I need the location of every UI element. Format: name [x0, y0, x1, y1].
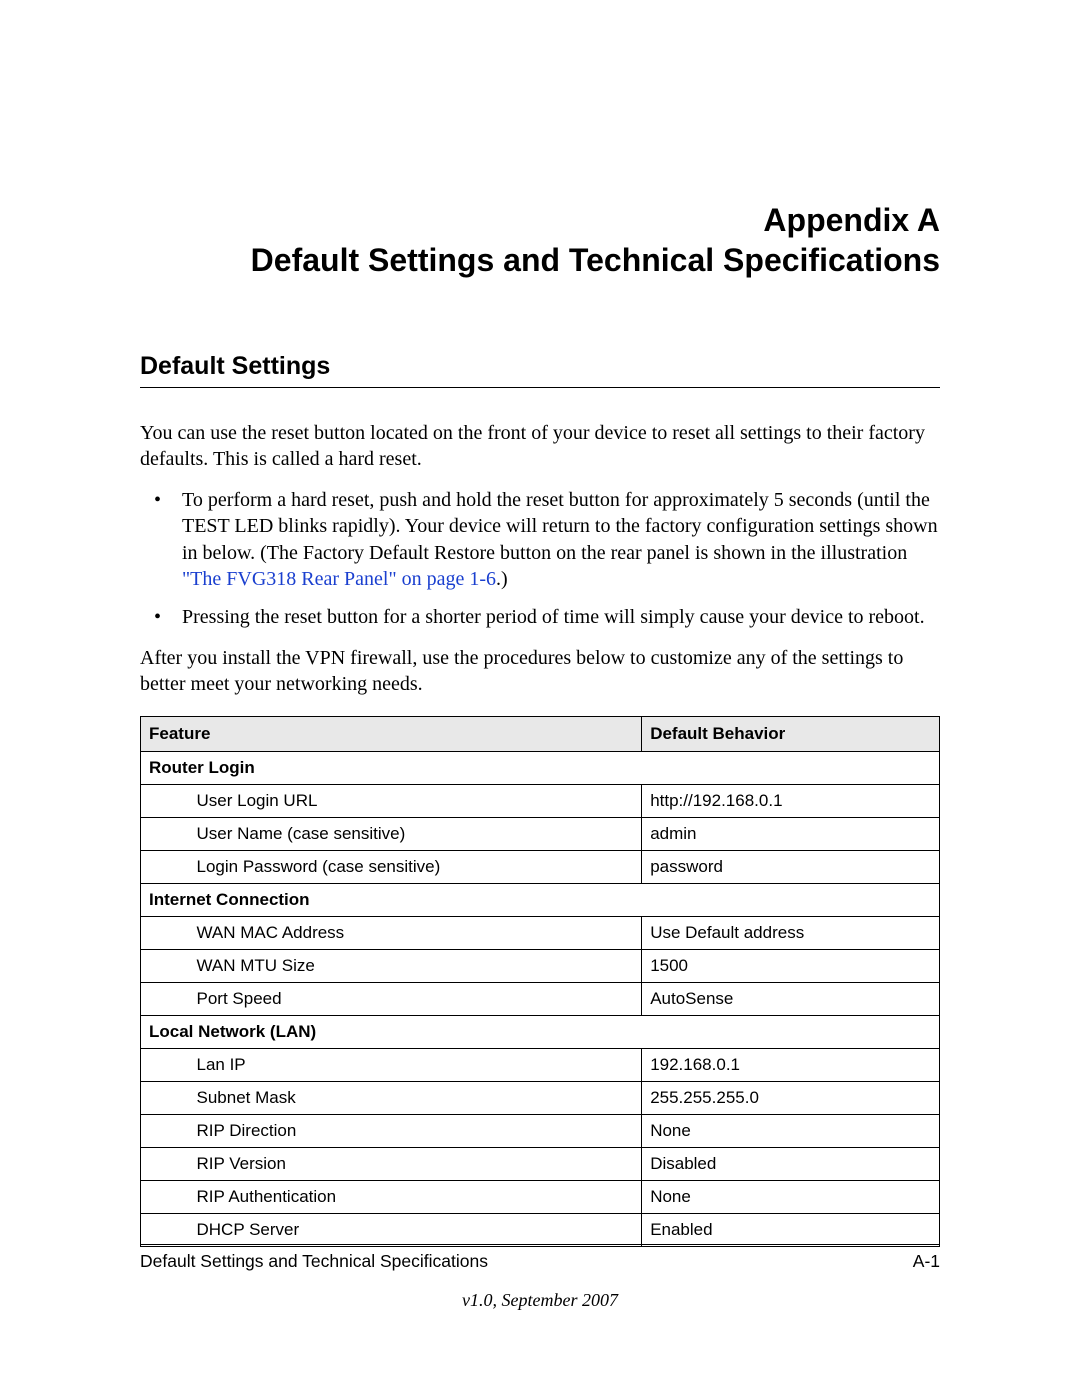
table-indent-cell	[141, 1180, 189, 1213]
table-indent-cell	[141, 1213, 189, 1246]
bullet-text: Pressing the reset button for a shorter …	[182, 606, 925, 628]
table-row: RIP AuthenticationNone	[141, 1180, 940, 1213]
table-row: User Login URLhttp://192.168.0.1	[141, 784, 940, 817]
post-bullets-paragraph: After you install the VPN firewall, use …	[140, 645, 940, 698]
table-group-label: Local Network (LAN)	[141, 1015, 940, 1048]
table-feature-cell: WAN MTU Size	[189, 949, 642, 982]
table-feature-cell: RIP Direction	[189, 1114, 642, 1147]
document-page: Appendix A Default Settings and Technica…	[0, 0, 1080, 1397]
table-behavior-cell: None	[642, 1114, 940, 1147]
table-behavior-cell: 255.255.255.0	[642, 1081, 940, 1114]
bullet-item-1: Pressing the reset button for a shorter …	[140, 604, 940, 630]
table-feature-cell: DHCP Server	[189, 1213, 642, 1246]
table-behavior-cell: Disabled	[642, 1147, 940, 1180]
table-row: DHCP ServerEnabled	[141, 1213, 940, 1246]
table-header-behavior: Default Behavior	[642, 716, 940, 751]
table-group-row: Internet Connection	[141, 883, 940, 916]
table-feature-cell: Port Speed	[189, 982, 642, 1015]
appendix-title: Appendix A Default Settings and Technica…	[140, 200, 940, 280]
footer-line: Default Settings and Technical Specifica…	[140, 1244, 940, 1272]
table-behavior-cell: password	[642, 850, 940, 883]
table-indent-cell	[141, 916, 189, 949]
page-footer: Default Settings and Technical Specifica…	[140, 1244, 940, 1311]
table-behavior-cell: 1500	[642, 949, 940, 982]
cross-reference-link[interactable]: "The FVG318 Rear Panel" on page 1-6	[182, 568, 496, 590]
bullet-text-after: .)	[496, 568, 508, 590]
footer-right: A-1	[913, 1251, 940, 1272]
table-group-label: Router Login	[141, 751, 940, 784]
footer-version: v1.0, September 2007	[140, 1290, 940, 1311]
bullet-item-0: To perform a hard reset, push and hold t…	[140, 487, 940, 593]
footer-left: Default Settings and Technical Specifica…	[140, 1251, 488, 1272]
table-behavior-cell: admin	[642, 817, 940, 850]
table-behavior-cell: Enabled	[642, 1213, 940, 1246]
bullet-text-before: To perform a hard reset, push and hold t…	[182, 489, 938, 564]
table-behavior-cell: AutoSense	[642, 982, 940, 1015]
table-behavior-cell: None	[642, 1180, 940, 1213]
table-row: WAN MTU Size1500	[141, 949, 940, 982]
table-feature-cell: RIP Version	[189, 1147, 642, 1180]
table-feature-cell: WAN MAC Address	[189, 916, 642, 949]
table-indent-cell	[141, 1147, 189, 1180]
table-feature-cell: User Login URL	[189, 784, 642, 817]
appendix-title-line2: Default Settings and Technical Specifica…	[251, 242, 940, 278]
table-group-row: Local Network (LAN)	[141, 1015, 940, 1048]
appendix-title-line1: Appendix A	[763, 202, 940, 238]
section-heading: Default Settings	[140, 352, 940, 388]
table-indent-cell	[141, 982, 189, 1015]
table-behavior-cell: Use Default address	[642, 916, 940, 949]
table-feature-cell: Login Password (case sensitive)	[189, 850, 642, 883]
table-feature-cell: User Name (case sensitive)	[189, 817, 642, 850]
table-indent-cell	[141, 1048, 189, 1081]
table-row: Port SpeedAutoSense	[141, 982, 940, 1015]
table-row: Lan IP192.168.0.1	[141, 1048, 940, 1081]
table-indent-cell	[141, 1114, 189, 1147]
table-header-feature: Feature	[141, 716, 642, 751]
table-row: RIP VersionDisabled	[141, 1147, 940, 1180]
table-behavior-cell: 192.168.0.1	[642, 1048, 940, 1081]
table-row: Login Password (case sensitive)password	[141, 850, 940, 883]
table-feature-cell: Subnet Mask	[189, 1081, 642, 1114]
table-indent-cell	[141, 1081, 189, 1114]
intro-paragraph: You can use the reset button located on …	[140, 420, 940, 473]
table-row: Subnet Mask255.255.255.0	[141, 1081, 940, 1114]
table-body: Router LoginUser Login URLhttp://192.168…	[141, 751, 940, 1246]
table-behavior-cell: http://192.168.0.1	[642, 784, 940, 817]
table-header-row: Feature Default Behavior	[141, 716, 940, 751]
table-indent-cell	[141, 817, 189, 850]
table-group-label: Internet Connection	[141, 883, 940, 916]
table-feature-cell: RIP Authentication	[189, 1180, 642, 1213]
table-indent-cell	[141, 949, 189, 982]
table-indent-cell	[141, 850, 189, 883]
defaults-table: Feature Default Behavior Router LoginUse…	[140, 716, 940, 1247]
table-feature-cell: Lan IP	[189, 1048, 642, 1081]
table-row: WAN MAC AddressUse Default address	[141, 916, 940, 949]
table-row: User Name (case sensitive)admin	[141, 817, 940, 850]
bullet-list: To perform a hard reset, push and hold t…	[140, 487, 940, 631]
table-indent-cell	[141, 784, 189, 817]
table-group-row: Router Login	[141, 751, 940, 784]
table-row: RIP DirectionNone	[141, 1114, 940, 1147]
